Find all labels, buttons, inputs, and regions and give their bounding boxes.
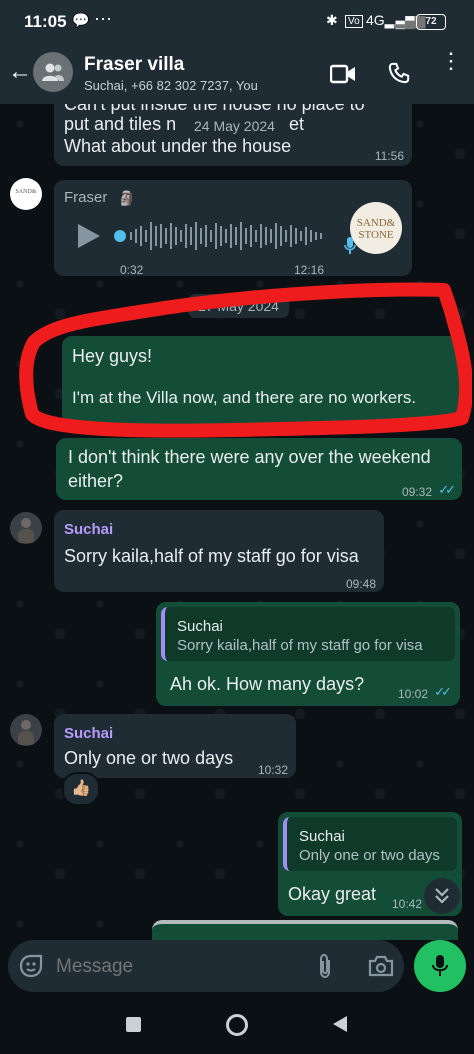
sender-avatar[interactable]: SAND& bbox=[10, 178, 42, 210]
sender-name: Suchai bbox=[64, 521, 114, 538]
recent-apps-button[interactable] bbox=[126, 1017, 141, 1032]
voice-call-icon[interactable] bbox=[388, 62, 410, 84]
sender-logo: SAND& STONE bbox=[350, 202, 402, 254]
message-time: 10:32 bbox=[257, 763, 288, 777]
waveform[interactable] bbox=[130, 218, 326, 254]
message-bubble-incoming[interactable]: Suchai Sorry kaila,half of my staff go f… bbox=[54, 510, 384, 592]
message-time: 11:56 bbox=[374, 149, 404, 163]
chat-participants[interactable]: Suchai, +66 82 302 7237, You bbox=[84, 78, 258, 93]
read-receipt-icon: ✓✓ bbox=[434, 684, 452, 699]
message-line: et bbox=[289, 114, 305, 134]
message-line: I don't think there were any over the we… bbox=[68, 447, 431, 467]
group-avatar[interactable] bbox=[33, 52, 73, 92]
scroll-to-bottom-button[interactable] bbox=[424, 878, 460, 914]
quoted-text: Sorry kaila,half of my staff go for visa bbox=[177, 637, 423, 654]
mic-icon bbox=[432, 955, 448, 976]
playback-knob[interactable] bbox=[114, 230, 126, 242]
avatar-logo-text: SAND& bbox=[15, 189, 37, 195]
message-bubble-outgoing[interactable]: Suchai Sorry kaila,half of my staff go f… bbox=[156, 602, 460, 706]
camera-icon[interactable] bbox=[368, 955, 394, 977]
voice-record-button[interactable] bbox=[414, 940, 466, 992]
date-chip: 24 May 2024 bbox=[184, 114, 285, 138]
more-notifications-icon: ··· bbox=[94, 8, 112, 28]
sticker-emoji-icon[interactable] bbox=[18, 953, 44, 979]
double-chevron-down-icon bbox=[435, 888, 449, 904]
home-button[interactable] bbox=[226, 1014, 248, 1036]
back-arrow-icon[interactable]: ← bbox=[8, 58, 32, 86]
message-time: 09:32 bbox=[401, 485, 432, 499]
reaction-thumbs-up-icon[interactable]: 👍🏼 bbox=[62, 772, 100, 806]
sender-emoji-icon: 🗿 bbox=[118, 190, 136, 206]
bluetooth-icon: ✱ bbox=[326, 12, 338, 28]
message-text: Ah ok. How many days? bbox=[170, 674, 365, 694]
status-time: 11:05 bbox=[24, 12, 67, 31]
chat-title[interactable]: Fraser villa bbox=[84, 54, 184, 76]
sender-name: Fraser bbox=[64, 189, 108, 206]
status-bar: 11:05 💬 ··· ✱ Vo 4G▂▄▆ ▂▄▆ 72 bbox=[0, 0, 474, 44]
message-time: 12:16 bbox=[294, 263, 325, 277]
chat-header: ← Fraser villa Suchai, +66 82 302 7237, … bbox=[0, 44, 474, 104]
read-receipt-icon: ✓✓ bbox=[438, 482, 456, 497]
quoted-message[interactable]: Suchai Only one or two days bbox=[283, 817, 457, 871]
sender-avatar[interactable] bbox=[10, 512, 42, 544]
quoted-sender: Suchai bbox=[177, 618, 223, 635]
message-text: Only one or two days bbox=[64, 748, 234, 768]
play-icon[interactable] bbox=[76, 222, 102, 250]
quoted-sender: Suchai bbox=[299, 828, 345, 845]
volte-icon: Vo bbox=[345, 15, 363, 28]
back-button[interactable] bbox=[332, 1015, 348, 1033]
message-bubble-outgoing[interactable]: I don't think there were any over the we… bbox=[56, 438, 462, 500]
voice-position: 0:32 bbox=[120, 263, 144, 277]
video-call-icon[interactable] bbox=[330, 64, 356, 84]
message-text: Sorry kaila,half of my staff go for visa bbox=[64, 546, 359, 566]
system-navigation-bar bbox=[0, 995, 474, 1054]
sender-avatar[interactable] bbox=[10, 714, 42, 746]
voice-mic-icon bbox=[344, 237, 356, 254]
battery-icon: 72 bbox=[416, 14, 446, 30]
voice-message-bubble[interactable]: Fraser 🗿 0:32 12:16 SAND& STONE bbox=[54, 180, 412, 277]
message-bubble-incoming[interactable]: Suchai Only one or two days 10:32 bbox=[54, 714, 296, 778]
message-input[interactable] bbox=[54, 950, 298, 984]
message-time: 09:48 bbox=[345, 577, 376, 591]
group-icon bbox=[42, 63, 64, 81]
message-input-bar[interactable] bbox=[8, 940, 404, 992]
chat-notification-icon: 💬 bbox=[72, 12, 90, 28]
message-line: either? bbox=[68, 471, 124, 491]
message-text: Okay great bbox=[288, 884, 377, 904]
message-time: 10:02 bbox=[397, 687, 428, 701]
quoted-text: Only one or two days bbox=[299, 847, 440, 864]
attach-icon[interactable] bbox=[316, 953, 334, 979]
message-time: 10:42 bbox=[392, 897, 423, 911]
sender-name: Suchai bbox=[64, 725, 114, 742]
more-options-icon[interactable]: ⋮ bbox=[440, 50, 462, 72]
message-bubble-outgoing[interactable] bbox=[152, 920, 458, 940]
quoted-message[interactable]: Suchai Sorry kaila,half of my staff go f… bbox=[161, 607, 455, 661]
chat-messages[interactable]: Can't put inside the house no place to p… bbox=[0, 104, 474, 940]
red-annotation-scribble bbox=[19, 282, 472, 438]
message-line: put and tiles n bbox=[64, 114, 177, 134]
